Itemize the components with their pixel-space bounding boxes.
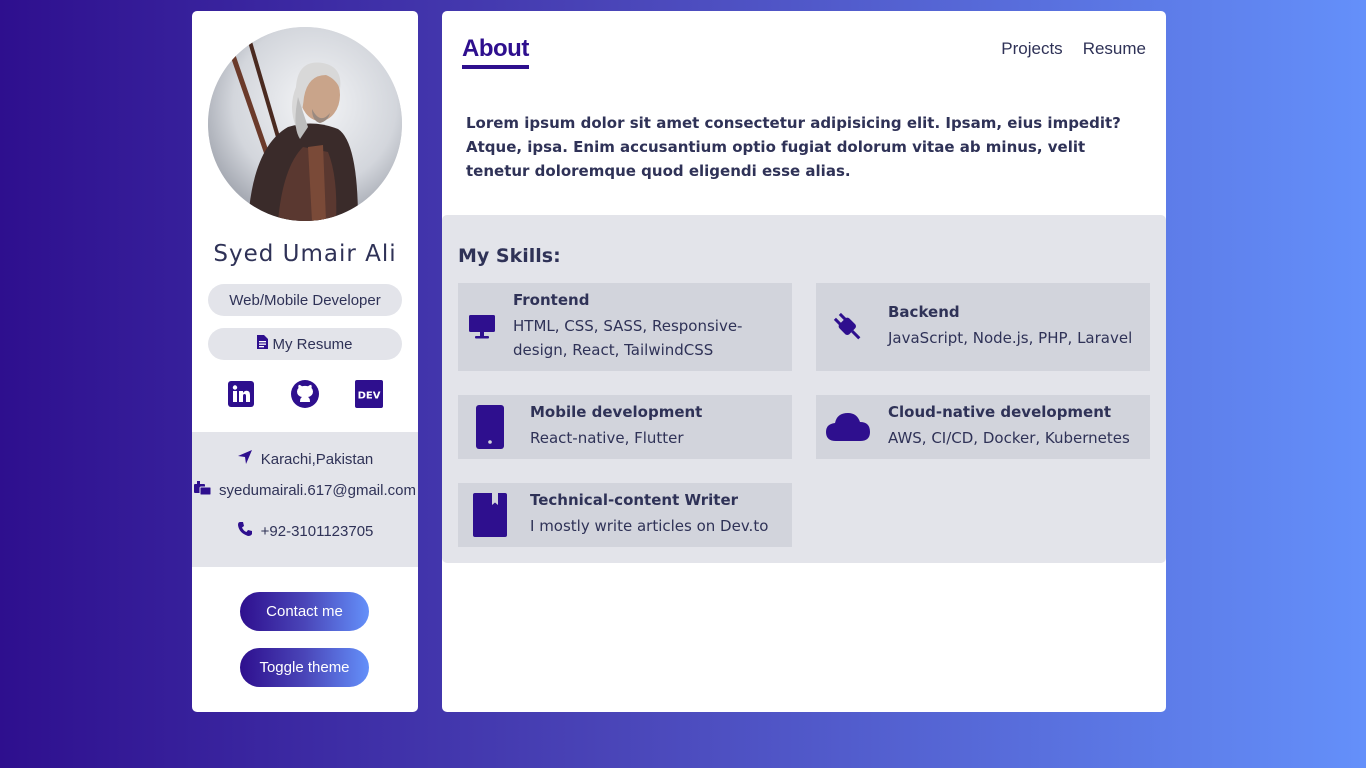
cloud-icon [826, 409, 870, 443]
skill-title: Backend [888, 303, 960, 321]
skill-desc: JavaScript, Node.js, PHP, Laravel [888, 329, 1133, 347]
role-badge: Web/Mobile Developer [208, 284, 402, 316]
location-arrow-icon [237, 449, 253, 469]
role-label: Web/Mobile Developer [229, 291, 381, 309]
skill-card-backend: Backend JavaScript, Node.js, PHP, Larave… [816, 283, 1150, 371]
email-row[interactable]: syedumairali.617@gmail.com [192, 481, 418, 499]
plug-icon [826, 307, 870, 347]
file-icon [257, 335, 269, 353]
skill-title: Frontend [513, 291, 590, 309]
location-row: Karachi,Pakistan [192, 449, 418, 469]
location-text: Karachi,Pakistan [260, 450, 374, 468]
mailbox-icon [194, 481, 212, 499]
phone-row[interactable]: +92-3101123705 [192, 521, 418, 541]
skill-desc: React-native, Flutter [530, 429, 684, 447]
book-icon [473, 493, 507, 537]
email-text: syedumairali.617@gmail.com [219, 481, 416, 499]
witcher-portrait-image [208, 27, 402, 221]
profile-name: Syed Umair Ali [213, 241, 397, 267]
phone-icon [237, 521, 253, 541]
toggle-theme-button[interactable]: Toggle theme [240, 648, 369, 687]
resume-label: My Resume [272, 335, 353, 353]
contact-info: Karachi,Pakistan syedumairali.617@gmail.… [192, 432, 418, 567]
skill-title: Technical-content Writer [530, 491, 739, 509]
nav-projects-link[interactable]: Projects [1001, 39, 1062, 59]
contact-me-button[interactable]: Contact me [240, 592, 369, 631]
mobile-icon [476, 405, 504, 449]
skill-desc: HTML, CSS, SASS, Responsive-design, Reac… [513, 317, 743, 359]
github-icon[interactable] [291, 380, 319, 408]
skills-section: My Skills: Frontend HTML, CSS, SASS, Res… [442, 215, 1166, 563]
phone-text: +92-3101123705 [260, 522, 374, 540]
skill-title: Cloud-native development [888, 403, 1112, 421]
skill-card-writer: Technical-content Writer I mostly write … [458, 483, 792, 547]
social-links: DEV [192, 380, 418, 408]
main-card: About Projects Resume Lorem ipsum dolor … [442, 11, 1166, 712]
monitor-icon [468, 313, 496, 341]
skill-card-mobile: Mobile development React-native, Flutter [458, 395, 792, 459]
top-nav: Projects Resume [1001, 39, 1146, 59]
skills-heading: My Skills: [458, 245, 561, 267]
skill-desc: I mostly write articles on Dev.to [530, 517, 769, 535]
skill-card-frontend: Frontend HTML, CSS, SASS, Responsive-des… [458, 283, 792, 371]
dev-icon[interactable]: DEV [355, 380, 383, 408]
resume-button[interactable]: My Resume [208, 328, 402, 360]
skill-desc: AWS, CI/CD, Docker, Kubernetes [888, 429, 1130, 447]
nav-resume-link[interactable]: Resume [1083, 39, 1146, 59]
tab-about[interactable]: About [462, 35, 529, 69]
skill-title: Mobile development [530, 403, 703, 421]
skill-card-cloud: Cloud-native development AWS, CI/CD, Doc… [816, 395, 1150, 459]
profile-sidebar: Syed Umair Ali Web/Mobile Developer My R… [192, 11, 418, 712]
linkedin-icon[interactable] [227, 380, 255, 408]
svg-text:DEV: DEV [358, 391, 381, 402]
avatar [208, 27, 402, 221]
about-text: Lorem ipsum dolor sit amet consectetur a… [466, 114, 1121, 180]
